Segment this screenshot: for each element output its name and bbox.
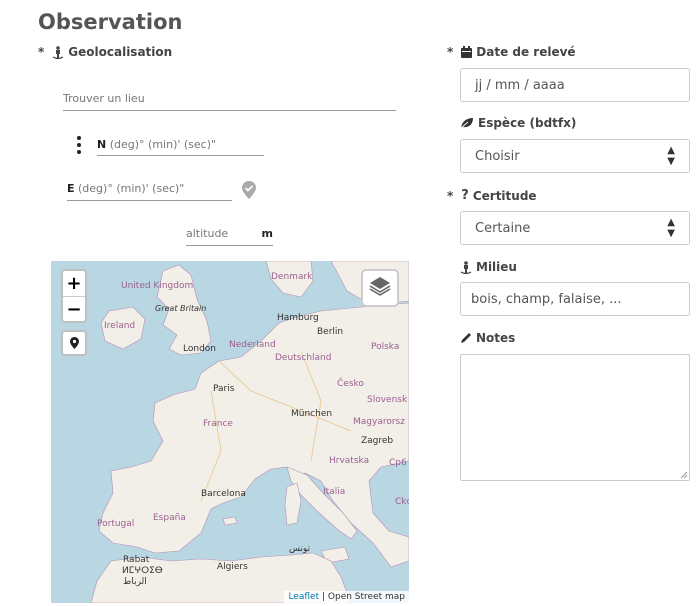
geolocalisation-text: Geolocalisation	[68, 45, 173, 59]
map[interactable]: United Kingdom Great Britain Ireland Lon…	[51, 261, 409, 603]
layers-icon	[368, 275, 392, 301]
milieu-label: Milieu	[460, 260, 517, 274]
espece-label: Espèce (bdtfx)	[460, 116, 576, 130]
map-label: München	[291, 409, 333, 419]
map-marker-icon	[69, 334, 79, 353]
vertical-ellipsis-icon[interactable]	[76, 136, 82, 154]
map-label: London	[183, 344, 216, 354]
map-label: Deutschland	[275, 353, 332, 363]
altitude-placeholder: altitude	[186, 227, 229, 240]
map-label: Česko	[337, 379, 364, 389]
attribution-separator: |	[319, 592, 328, 602]
map-label: Hamburg	[277, 313, 319, 323]
latitude-prefix: N	[97, 138, 107, 151]
map-label: Polska	[371, 342, 400, 352]
certitude-select[interactable]: Certaine ▲ ▼	[460, 211, 690, 245]
find-place-input[interactable]: Trouver un lieu	[63, 92, 396, 111]
milieu-input[interactable]: bois, champ, falaise, ...	[460, 282, 690, 316]
map-label: United Kingdom	[121, 281, 194, 291]
notes-label-text: Notes	[476, 331, 516, 345]
notes-label: Notes	[460, 331, 515, 345]
select-caret-icon: ▲ ▼	[667, 145, 675, 167]
find-place-placeholder: Trouver un lieu	[63, 92, 145, 105]
latitude-placeholder: (deg)° (min)' (sec)"	[109, 138, 217, 151]
map-label: Magyarorsz	[353, 417, 405, 427]
map-label: France	[203, 419, 233, 429]
required-mark: *	[447, 45, 454, 59]
date-label-text: Date de relevé	[476, 45, 576, 59]
calendar-icon	[461, 46, 473, 58]
map-label: Ireland	[104, 321, 136, 331]
walking-person-icon	[460, 260, 472, 274]
espece-label-text: Espèce (bdtfx)	[478, 116, 577, 130]
longitude-prefix: E	[67, 182, 75, 195]
resize-handle-icon[interactable]	[678, 469, 688, 479]
walking-person-icon	[52, 45, 64, 59]
attribution-text: Open Street map	[327, 592, 405, 602]
leaf-icon	[460, 117, 474, 129]
espece-value: Choisir	[475, 148, 520, 164]
longitude-placeholder: (deg)° (min)' (sec)"	[78, 182, 185, 195]
altitude-unit: m	[261, 227, 273, 240]
required-mark: *	[447, 188, 454, 203]
layers-button[interactable]	[361, 269, 399, 307]
longitude-input[interactable]: E (deg)° (min)' (sec)"	[67, 182, 232, 201]
date-placeholder: jj / mm / aaaa	[475, 77, 565, 93]
map-label: Hrvatska	[329, 456, 370, 466]
map-label: Zagreb	[361, 436, 394, 446]
certitude-label: * ? Certitude	[447, 188, 537, 203]
zoom-in-button[interactable]: +	[63, 271, 85, 296]
milieu-placeholder: bois, champ, falaise, ...	[471, 291, 622, 307]
map-label: Berlin	[317, 327, 344, 337]
altitude-input[interactable]: altitude m	[186, 227, 273, 246]
map-label: Portugal	[97, 519, 135, 529]
map-label: España	[153, 513, 186, 523]
locate-button[interactable]	[61, 330, 87, 356]
map-label: ⵍⵎⵖⵔⵉⴱ	[122, 566, 163, 576]
select-caret-icon: ▲ ▼	[667, 217, 675, 239]
milieu-label-text: Milieu	[476, 260, 517, 274]
page-title: Observation	[38, 10, 183, 34]
geolocalisation-label: * Geolocalisation	[38, 45, 172, 59]
map-label: Algiers	[217, 562, 248, 572]
map-label: تونس	[289, 544, 311, 554]
map-label: Nederland	[229, 340, 276, 350]
map-tiles	[51, 261, 409, 603]
certitude-value: Certaine	[475, 220, 531, 236]
map-label: Italia	[323, 487, 346, 497]
map-label: Denmark	[271, 272, 313, 282]
question-icon: ?	[461, 188, 469, 203]
map-label: Ckc	[395, 497, 409, 507]
map-label: Rabat	[123, 555, 150, 565]
certitude-label-text: Certitude	[472, 188, 537, 203]
notes-textarea[interactable]	[460, 354, 690, 481]
leaflet-link[interactable]: Leaflet	[288, 592, 319, 602]
map-label: Cp6	[389, 458, 407, 468]
map-label: الرباط	[123, 577, 147, 587]
required-mark: *	[38, 45, 45, 59]
zoom-control: + −	[61, 269, 87, 323]
espece-select[interactable]: Choisir ▲ ▼	[460, 139, 690, 173]
date-input[interactable]: jj / mm / aaaa	[460, 68, 690, 102]
map-label: Great Britain	[155, 304, 207, 313]
date-label: * Date de relevé	[447, 45, 576, 59]
zoom-out-button[interactable]: −	[63, 296, 85, 322]
map-label: Slovensk	[367, 395, 408, 405]
latitude-input[interactable]: N (deg)° (min)' (sec)"	[97, 138, 264, 156]
map-label: Paris	[213, 384, 235, 394]
map-marker-check-icon[interactable]	[242, 181, 256, 203]
pencil-icon	[460, 332, 472, 344]
map-attribution: Leaflet | Open Street map	[284, 591, 409, 603]
map-label: Barcelona	[201, 489, 246, 499]
